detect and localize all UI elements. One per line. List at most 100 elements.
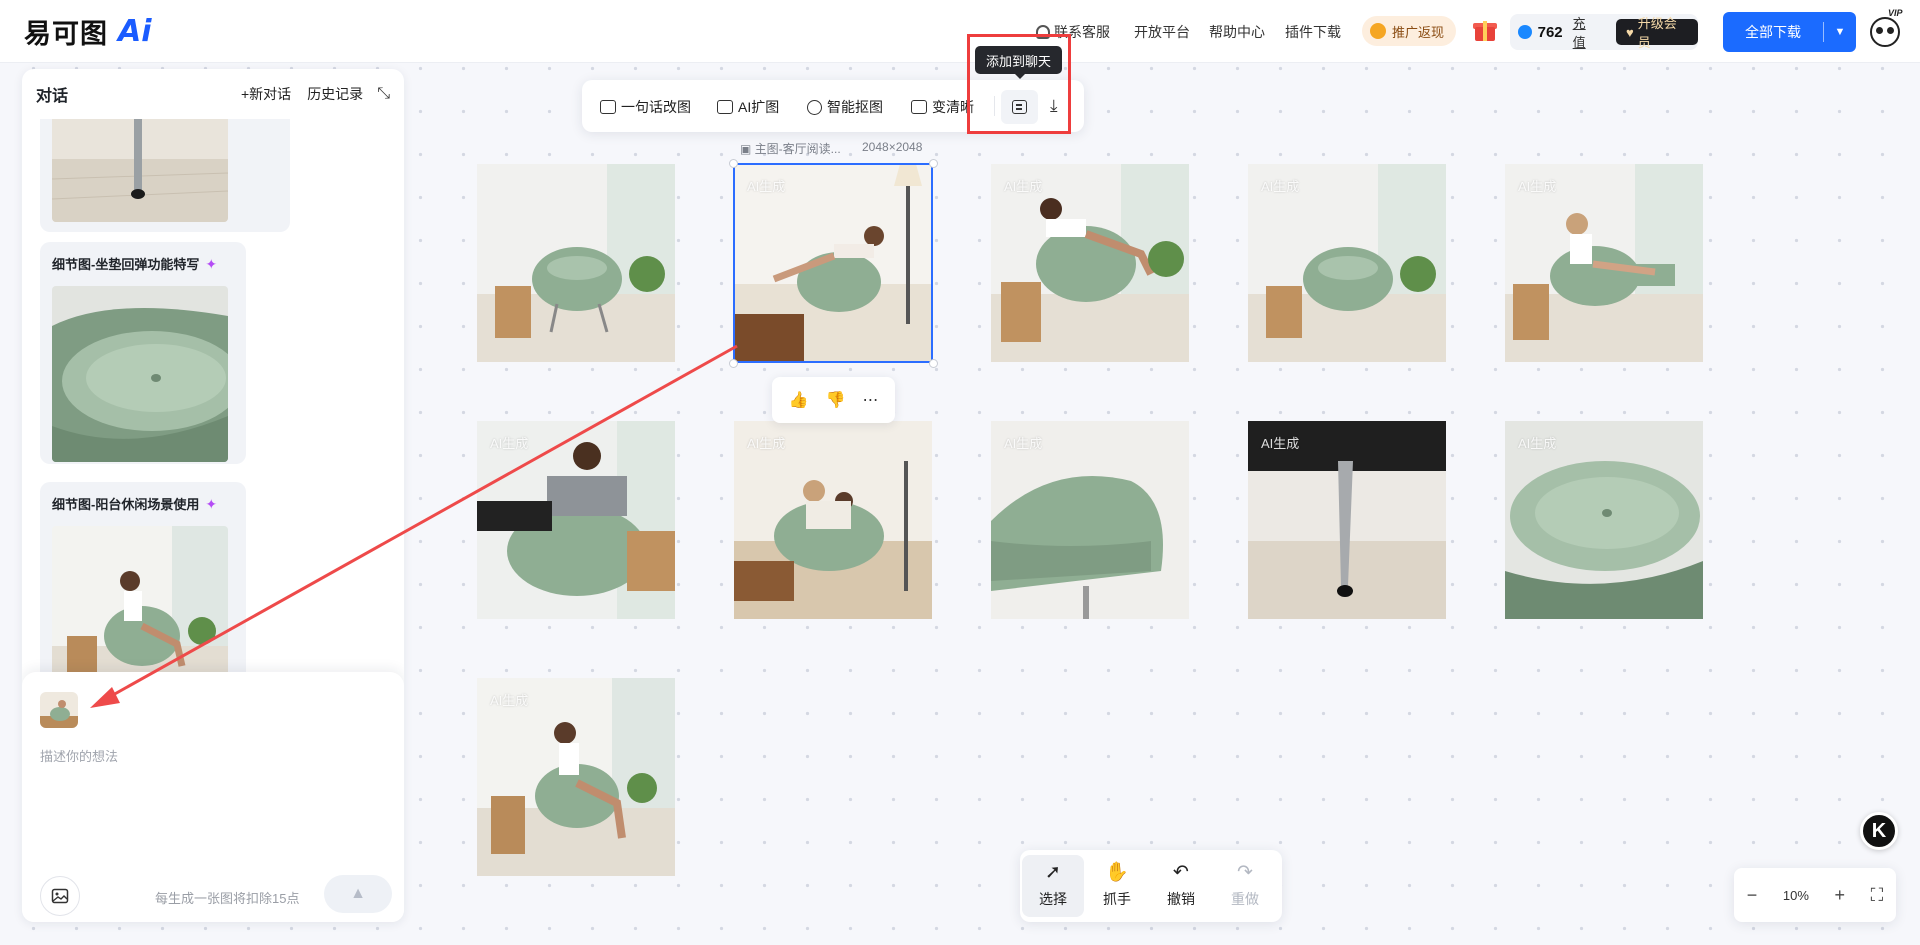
select-label: 选择	[1039, 891, 1067, 907]
nav-plugin-download[interactable]: 插件下载	[1285, 22, 1341, 42]
canvas-tools: ➚ 选择 ✋ 抓手 ↶ 撤销 ↷ 重做	[1020, 850, 1282, 922]
select-tool[interactable]: ➚ 选择	[1022, 855, 1084, 917]
message-list[interactable]: 细节图-坐垫回弹功能特写 ✦ 细节图-阳台休闲场景使用 ✦	[22, 119, 404, 739]
prompt-input[interactable]: 描述你的想法	[40, 746, 118, 765]
attached-image-thumbnail[interactable]	[40, 692, 78, 728]
message-title-text: 细节图-坐垫回弹功能特写	[52, 257, 200, 272]
recharge-link[interactable]: 充值	[1573, 13, 1598, 51]
canvas-image[interactable]: AI生成	[477, 678, 675, 876]
upgrade-label: 升级会员	[1637, 16, 1677, 50]
enhance-button[interactable]: 变清晰	[911, 97, 974, 117]
app-logo[interactable]: 易可图 Ai	[24, 14, 152, 50]
resize-handle[interactable]	[729, 359, 738, 368]
top-bar: 易可图 Ai 联系客服 开放平台 帮助中心 插件下载 推广返现 762 充值 ♥…	[0, 0, 1920, 63]
message-card	[40, 119, 290, 232]
nav-help-center[interactable]: 帮助中心	[1209, 22, 1265, 42]
points-widget: 762 充值 ♥ 升级会员	[1510, 14, 1698, 50]
canvas-image-selected[interactable]: AI生成	[734, 164, 932, 362]
thumbs-down-icon[interactable]: 👎	[825, 390, 845, 410]
send-button[interactable]: ▲	[324, 875, 392, 913]
ai-generated-mark: AI生成	[747, 179, 786, 194]
coin-icon	[1370, 23, 1386, 39]
canvas-image[interactable]: AI生成	[991, 164, 1189, 362]
canvas-image[interactable]	[477, 164, 675, 362]
enhance-icon	[911, 100, 927, 114]
chat-panel-header: 对话 +新对话 历史记录 ⤡	[22, 69, 404, 119]
ai-generated-mark: AI生成	[1518, 436, 1557, 451]
grab-label: 抓手	[1103, 891, 1131, 907]
message-image[interactable]	[52, 286, 228, 462]
thumbs-up-icon[interactable]: 👍	[789, 390, 809, 410]
download-all-button[interactable]: 全部下载 ▼	[1723, 12, 1856, 52]
redo-icon: ↷	[1237, 862, 1253, 883]
points-icon	[1518, 25, 1532, 39]
send-icon: ▲	[350, 885, 366, 902]
canvas-image[interactable]: AI生成	[1505, 421, 1703, 619]
resize-handle[interactable]	[929, 359, 938, 368]
one-sentence-edit-button[interactable]: 一句话改图	[600, 97, 691, 117]
ai-expand-button[interactable]: AI扩图	[717, 97, 779, 117]
grab-tool[interactable]: ✋ 抓手	[1086, 855, 1148, 917]
canvas-image[interactable]: AI生成	[1248, 164, 1446, 362]
collapse-icon[interactable]: ⤡	[377, 85, 390, 103]
k-assistant-button[interactable]: K	[1860, 812, 1898, 850]
more-icon[interactable]: ⋯	[862, 390, 878, 410]
upgrade-button[interactable]: ♥ 升级会员	[1615, 16, 1698, 50]
cost-hint: 每生成一张图将扣除15点	[155, 891, 300, 906]
avatar[interactable]	[1870, 17, 1900, 47]
ai-generated-mark: AI生成	[1261, 179, 1300, 194]
chat-composer: 描述你的想法 每生成一张图将扣除15点 ▲	[22, 672, 404, 922]
canvas-image[interactable]: AI生成	[991, 421, 1189, 619]
cutout-icon	[807, 99, 822, 115]
ai-generated-mark: AI生成	[1004, 436, 1043, 451]
zoom-in-icon[interactable]: +	[1834, 885, 1845, 906]
promo-label: 推广返现	[1392, 24, 1445, 40]
nav-open-platform[interactable]: 开放平台	[1134, 22, 1190, 42]
hand-icon: ✋	[1105, 862, 1129, 883]
message-image[interactable]	[52, 119, 228, 222]
zoom-controls: − 10% + ⛶	[1734, 868, 1896, 922]
tool-label: AI扩图	[738, 99, 780, 115]
message-title: 细节图-阳台休闲场景使用 ✦	[52, 494, 217, 513]
zoom-level[interactable]: 10%	[1783, 888, 1809, 903]
ai-generated-mark: AI生成	[1261, 436, 1300, 451]
message-title: 细节图-坐垫回弹功能特写 ✦	[52, 254, 217, 273]
chevron-down-icon[interactable]: ▼	[1824, 26, 1856, 38]
redo-label: 重做	[1231, 891, 1259, 907]
diamond-icon: ♥	[1625, 24, 1634, 40]
add-to-chat-tooltip: 添加到聊天	[975, 46, 1063, 79]
resize-handle[interactable]	[929, 159, 938, 168]
canvas-image[interactable]: AI生成	[734, 421, 932, 619]
undo-label: 撤销	[1167, 891, 1195, 907]
canvas-image[interactable]: AI生成	[1248, 421, 1446, 619]
ai-generated-mark: AI生成	[490, 693, 529, 708]
tool-label: 智能抠图	[827, 99, 883, 115]
ai-generated-mark: AI生成	[747, 436, 786, 451]
smart-cutout-button[interactable]: 智能抠图	[807, 97, 883, 117]
promo-button[interactable]: 推广返现	[1362, 16, 1457, 46]
fit-screen-icon[interactable]: ⛶	[1871, 885, 1884, 906]
redo-button[interactable]: ↷ 重做	[1214, 855, 1276, 917]
canvas-image[interactable]: AI生成	[1505, 164, 1703, 362]
zoom-out-icon[interactable]: −	[1747, 885, 1758, 906]
ai-generated-mark: AI生成	[490, 436, 529, 451]
resize-handle[interactable]	[729, 159, 738, 168]
canvas-image[interactable]: AI生成	[477, 421, 675, 619]
new-chat-button[interactable]: +新对话	[241, 84, 291, 104]
image-feedback-bar: 👍 👎 ⋯	[772, 377, 895, 423]
cursor-icon: ➚	[1045, 862, 1061, 883]
selected-image-dimensions: 2048×2048	[862, 140, 923, 154]
logo-text: 易可图	[24, 18, 108, 50]
ai-generated-mark: AI生成	[1004, 179, 1043, 194]
message-card: 细节图-坐垫回弹功能特写 ✦	[40, 242, 246, 464]
undo-icon: ↶	[1173, 862, 1189, 883]
gift-icon[interactable]	[1473, 18, 1497, 42]
panel-title: 对话	[36, 88, 69, 105]
vip-badge: VIP	[1888, 8, 1903, 18]
sparkle-icon: ✦	[205, 496, 218, 512]
selected-image-label: ▣ 主图-客厅阅读...	[740, 142, 841, 156]
undo-button[interactable]: ↶ 撤销	[1150, 855, 1212, 917]
history-button[interactable]: 历史记录	[307, 84, 363, 104]
selected-image-name: 主图-客厅阅读...	[754, 142, 841, 156]
image-upload-button[interactable]	[40, 876, 80, 916]
